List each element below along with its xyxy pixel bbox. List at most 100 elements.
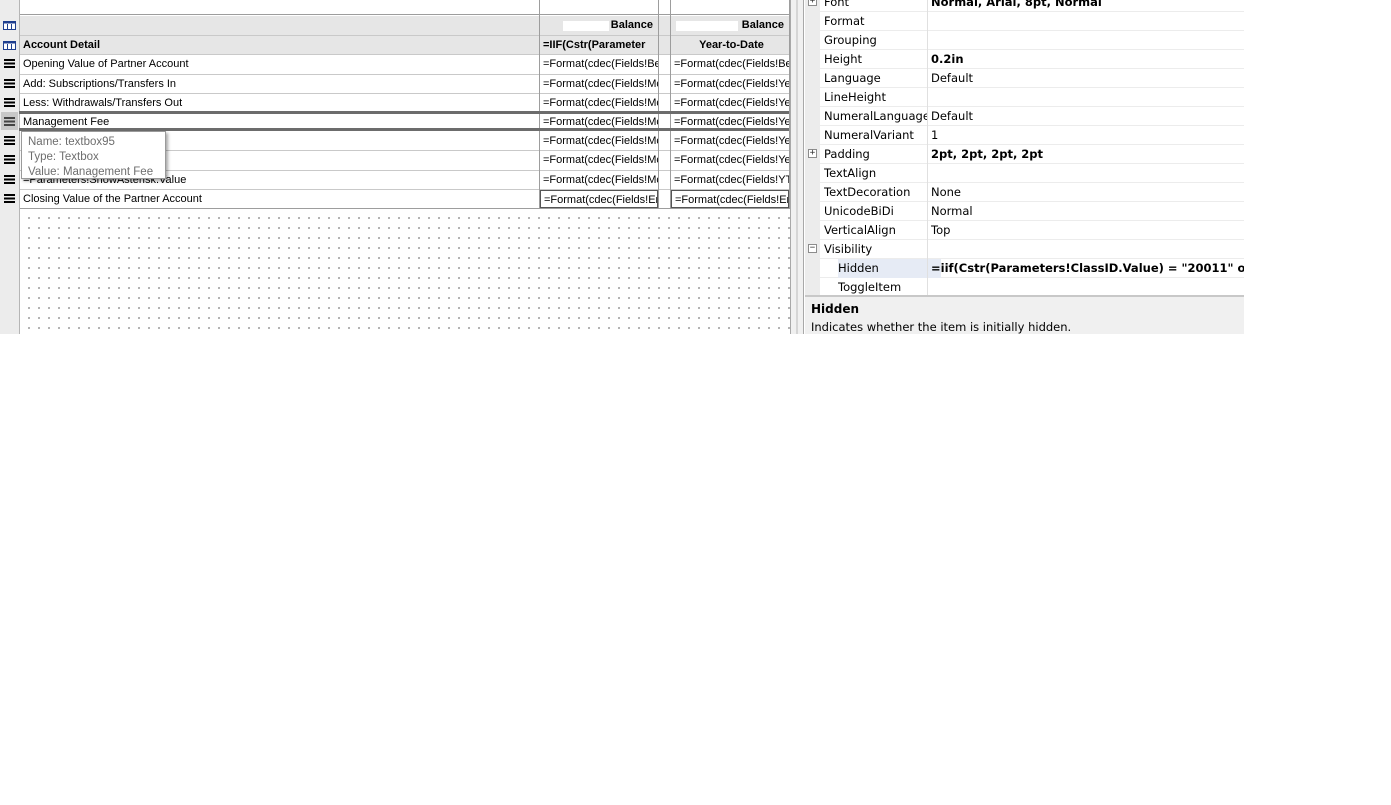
expand-icon[interactable]: + — [808, 149, 817, 158]
header-year-to-date[interactable]: Year-to-Date — [671, 36, 789, 54]
property-name: LineHeight — [824, 90, 886, 104]
property-value[interactable]: 0.2in — [931, 50, 1244, 69]
row-label[interactable]: Opening Value of Partner Account — [20, 55, 539, 73]
property-name: Hidden — [838, 259, 941, 278]
table-header-handle-icon[interactable] — [1, 16, 18, 34]
property-name: TextDecoration — [824, 185, 911, 199]
property-row-textalign[interactable]: TextAlign — [805, 164, 1244, 183]
row-handle-icon[interactable] — [1, 74, 18, 92]
row-handle-icon[interactable] — [1, 170, 18, 188]
property-value[interactable]: 1 — [931, 126, 1244, 145]
report-body-dot-grid[interactable] — [20, 209, 790, 334]
property-name: UnicodeBiDi — [824, 204, 894, 218]
report-designer-canvas[interactable]: Balance Balance Account Detail =IIF(Cstr… — [0, 0, 790, 334]
row-col3-expression[interactable]: =Format(cdec(Fields!Ye — [671, 132, 789, 150]
property-row-lineheight[interactable]: LineHeight — [805, 88, 1244, 107]
row-col2-expression[interactable]: =Format(cdec(Fields!Mc — [540, 94, 658, 112]
pane-splitter[interactable] — [790, 0, 804, 334]
property-name: Language — [824, 71, 881, 85]
grid-line — [20, 54, 789, 55]
property-value[interactable] — [931, 31, 1244, 50]
property-value[interactable] — [931, 240, 1244, 259]
row-label[interactable]: Add: Subscriptions/Transfers In — [20, 75, 539, 93]
properties-grid[interactable]: + Font Normal, Arial, 8pt, Normal Format… — [805, 0, 1244, 334]
property-row-hidden[interactable]: Hidden =iif(Cstr(Parameters!ClassID.Valu… — [805, 259, 1244, 278]
property-value[interactable]: Normal, Arial, 8pt, Normal — [931, 0, 1244, 12]
property-value[interactable]: Default — [931, 69, 1244, 88]
property-name: Grouping — [824, 33, 877, 47]
row-handle-icon[interactable] — [1, 54, 18, 72]
property-row-format[interactable]: Format — [805, 12, 1244, 31]
top-partial-row — [20, 0, 789, 15]
tooltip-name: Name: textbox95 — [28, 136, 115, 148]
property-row-padding[interactable]: + Padding 2pt, 2pt, 2pt, 2pt — [805, 145, 1244, 164]
header-row1-col1[interactable] — [20, 16, 539, 35]
property-name: NumeralVariant — [824, 128, 914, 142]
property-row-numeralvariant[interactable]: NumeralVariant 1 — [805, 126, 1244, 145]
property-row-unicodebidi[interactable]: UnicodeBiDi Normal — [805, 202, 1244, 221]
row-col2-expression[interactable]: =Format(cdec(Fields!Be — [540, 55, 658, 73]
property-row-verticalalign[interactable]: VerticalAlign Top — [805, 221, 1244, 240]
property-row-numerallanguage[interactable]: NumeralLanguage Default — [805, 107, 1244, 126]
property-description-panel: Hidden Indicates whether the item is ini… — [805, 295, 1244, 334]
row-handle-icon[interactable] — [1, 131, 18, 149]
row-col2-expression[interactable]: =Format(cdec(Fields!Mc — [540, 171, 658, 189]
header-col2-expression[interactable]: =IIF(Cstr(Parameter — [540, 36, 658, 54]
row-handle-icon[interactable] — [1, 150, 18, 168]
row-col3-expression[interactable]: =Format(cdec(Fields!YT — [671, 171, 789, 189]
row-col3-expression[interactable]: =Format(cdec(Fields!Be — [671, 55, 789, 73]
property-name: Height — [824, 52, 863, 66]
row-col2-expression[interactable]: =Format(cdec(Fields!Mc — [540, 132, 658, 150]
grid-line — [20, 93, 789, 94]
property-row-grouping[interactable]: Grouping — [805, 31, 1244, 50]
property-value[interactable] — [931, 164, 1244, 183]
row-col2-expression[interactable]: =Format(cdec(Fields!Mc — [540, 75, 658, 93]
row-handle-icon[interactable] — [1, 189, 18, 207]
row-col3-expression[interactable]: =Format(cdec(Fields!Ye — [671, 151, 789, 169]
property-name: NumeralLanguage — [824, 109, 927, 123]
description-text: Indicates whether the item is initially … — [811, 320, 1072, 334]
property-value[interactable]: Top — [931, 221, 1244, 240]
row-label[interactable]: Less: Withdrawals/Transfers Out — [20, 94, 539, 112]
table-header-handle-icon[interactable] — [1, 36, 18, 54]
grid-line — [20, 189, 789, 190]
tooltip-type: Type: Textbox — [28, 151, 99, 163]
column-divider — [658, 0, 659, 209]
grid-line — [20, 35, 789, 36]
property-value[interactable]: 2pt, 2pt, 2pt, 2pt — [931, 145, 1244, 164]
property-row-height[interactable]: Height 0.2in — [805, 50, 1244, 69]
property-row-font[interactable]: + Font Normal, Arial, 8pt, Normal — [805, 0, 1244, 12]
textbox-tooltip: Name: textbox95 Type: Textbox Value: Man… — [21, 131, 166, 179]
tooltip-value: Value: Management Fee — [28, 166, 154, 178]
description-title: Hidden — [811, 302, 860, 316]
collapse-icon[interactable]: − — [808, 244, 817, 253]
property-name: Visibility — [824, 242, 873, 256]
property-name: Padding — [824, 147, 870, 161]
property-value[interactable] — [931, 12, 1244, 31]
property-name: TextAlign — [824, 166, 877, 180]
header-account-detail[interactable]: Account Detail — [20, 36, 539, 54]
row-col2-expression[interactable]: =Format(cdec(Fields!En — [540, 190, 658, 208]
expand-icon[interactable]: + — [808, 0, 817, 6]
row-col3-expression[interactable]: =Format(cdec(Fields!Ye — [671, 75, 789, 93]
grid-line — [20, 74, 789, 75]
property-value[interactable]: Default — [931, 107, 1244, 126]
row-label[interactable]: Closing Value of the Partner Account — [20, 190, 539, 208]
property-row-language[interactable]: Language Default — [805, 69, 1244, 88]
property-row-visibility[interactable]: − Visibility — [805, 240, 1244, 259]
property-row-textdecoration[interactable]: TextDecoration None — [805, 183, 1244, 202]
property-value[interactable]: =iif(Cstr(Parameters!ClassID.Value) = "2… — [931, 259, 1244, 278]
row-col3-expression[interactable]: =Format(cdec(Fields!Ye — [671, 94, 789, 112]
redacted-text — [563, 21, 609, 31]
property-value[interactable]: None — [931, 183, 1244, 202]
header-row1-spacer — [659, 16, 670, 35]
property-value[interactable] — [931, 88, 1244, 107]
row-handle-icon[interactable] — [1, 93, 18, 111]
row-col3-expression[interactable]: =Format(cdec(Fields!En — [671, 190, 789, 208]
column-divider — [670, 0, 671, 209]
row-handle-icon[interactable] — [1, 112, 18, 130]
row-col2-expression[interactable]: =Format(cdec(Fields!Mc — [540, 151, 658, 169]
selected-row-outline — [19, 111, 789, 131]
column-divider — [539, 0, 540, 209]
property-value[interactable]: Normal — [931, 202, 1244, 221]
